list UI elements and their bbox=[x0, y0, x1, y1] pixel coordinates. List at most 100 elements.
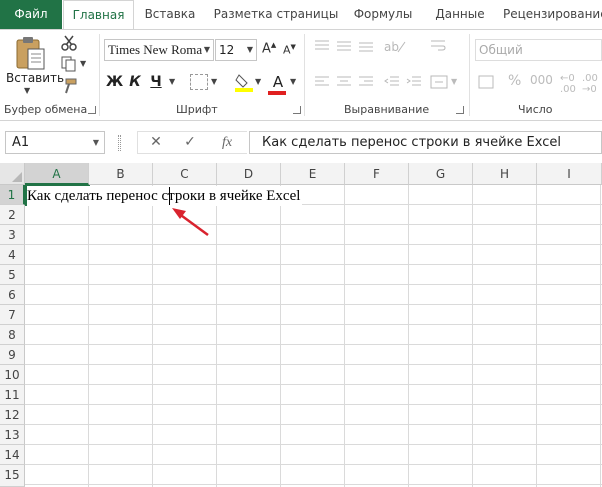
ribbon-tab-bar: Файл Главная Вставка Разметка страницы Ф… bbox=[0, 0, 602, 30]
increase-indent-icon[interactable] bbox=[406, 74, 422, 93]
row-header[interactable]: 12 bbox=[0, 405, 25, 425]
row-header[interactable]: 3 bbox=[0, 225, 25, 245]
chevron-down-icon[interactable]: ▼ bbox=[204, 40, 210, 60]
row-header[interactable]: 15 bbox=[0, 465, 25, 487]
orientation-icon[interactable]: ab bbox=[384, 38, 406, 57]
formula-bar-grip[interactable] bbox=[118, 135, 121, 151]
align-right-icon[interactable] bbox=[358, 74, 374, 93]
accounting-format-icon[interactable] bbox=[478, 73, 498, 94]
worksheet-grid[interactable]: A B C D E F G H I 1 2 3 4 5 6 7 8 9 10 1… bbox=[0, 163, 602, 487]
font-name-combo[interactable]: Times New Roma ▼ bbox=[104, 39, 214, 61]
paste-dropdown-icon[interactable]: ▼ bbox=[24, 86, 30, 95]
row-header[interactable]: 13 bbox=[0, 425, 25, 445]
decrease-decimal-icon[interactable]: .00 →0 bbox=[582, 73, 598, 95]
borders-icon[interactable] bbox=[190, 74, 208, 90]
cancel-icon[interactable]: ✕ bbox=[141, 132, 171, 153]
enter-icon[interactable]: ✓ bbox=[175, 132, 205, 153]
increase-font-size-icon[interactable]: A▲ bbox=[262, 41, 276, 56]
row-header[interactable]: 7 bbox=[0, 305, 25, 325]
row-header[interactable]: 6 bbox=[0, 285, 25, 305]
fill-color-icon[interactable] bbox=[235, 71, 253, 93]
ribbon-home: Вставить ▼ ▼ Буфер обмена Times New Roma… bbox=[0, 29, 602, 121]
tab-page-layout[interactable]: Разметка страницы bbox=[212, 0, 340, 29]
align-center-icon[interactable] bbox=[336, 74, 352, 93]
column-header-c[interactable]: C bbox=[153, 163, 217, 185]
column-header-h[interactable]: H bbox=[473, 163, 537, 185]
underline-dropdown-icon[interactable]: ▼ bbox=[169, 77, 175, 86]
font-color-glyph: А bbox=[272, 73, 284, 91]
column-header-g[interactable]: G bbox=[409, 163, 473, 185]
tab-home[interactable]: Главная bbox=[63, 0, 134, 30]
clipboard-dialog-launcher-icon[interactable] bbox=[88, 106, 96, 114]
wrap-text-icon[interactable] bbox=[430, 38, 446, 57]
column-header-a[interactable]: A bbox=[25, 163, 89, 185]
row-header[interactable]: 1 bbox=[0, 185, 25, 205]
number-format-combo[interactable]: Общий bbox=[475, 39, 602, 61]
paste-icon[interactable] bbox=[14, 35, 50, 73]
align-top-icon[interactable] bbox=[314, 38, 330, 57]
number-format-value: Общий bbox=[479, 43, 523, 57]
row-header[interactable]: 14 bbox=[0, 445, 25, 465]
column-header-b[interactable]: B bbox=[89, 163, 153, 185]
cell-area[interactable] bbox=[25, 185, 602, 487]
chevron-down-icon[interactable]: ▼ bbox=[247, 40, 253, 60]
tab-data[interactable]: Данные bbox=[428, 0, 492, 29]
borders-dropdown-icon[interactable]: ▼ bbox=[211, 77, 217, 86]
tab-file[interactable]: Файл bbox=[0, 0, 62, 29]
format-painter-icon[interactable] bbox=[60, 77, 78, 95]
bold-button[interactable]: Ж bbox=[106, 71, 123, 93]
group-separator bbox=[99, 34, 100, 116]
group-separator bbox=[469, 34, 470, 116]
tab-review[interactable]: Рецензирование bbox=[503, 0, 602, 29]
column-header-e[interactable]: E bbox=[281, 163, 345, 185]
font-color-dropdown-icon[interactable]: ▼ bbox=[290, 77, 296, 86]
insert-function-icon[interactable]: fx bbox=[212, 132, 242, 153]
font-dialog-launcher-icon[interactable] bbox=[293, 106, 301, 114]
align-bottom-icon[interactable] bbox=[358, 38, 374, 57]
increase-decimal-icon[interactable]: ←0.00 bbox=[560, 73, 576, 95]
column-header-f[interactable]: F bbox=[345, 163, 409, 185]
font-name-value: Times New Roma bbox=[108, 42, 203, 57]
row-header[interactable]: 8 bbox=[0, 325, 25, 345]
merge-dropdown-icon[interactable]: ▼ bbox=[451, 77, 457, 86]
column-header-i[interactable]: I bbox=[537, 163, 602, 185]
alignment-group-label: Выравнивание bbox=[344, 103, 430, 116]
column-header-d[interactable]: D bbox=[217, 163, 281, 185]
chevron-down-icon[interactable]: ▼ bbox=[93, 132, 99, 153]
cut-icon[interactable] bbox=[60, 34, 78, 52]
row-header[interactable]: 11 bbox=[0, 385, 25, 405]
paste-button-label[interactable]: Вставить bbox=[6, 71, 64, 85]
row-header[interactable]: 2 bbox=[0, 205, 25, 225]
formula-bar: A1 ▼ ✕ ✓ fx Как сделать перенос строки в… bbox=[0, 122, 602, 162]
percent-style-icon[interactable]: % bbox=[508, 73, 521, 89]
italic-button[interactable]: К bbox=[127, 71, 143, 93]
font-color-button[interactable]: А bbox=[268, 71, 288, 93]
group-separator bbox=[304, 34, 305, 116]
formula-buttons: ✕ ✓ fx bbox=[137, 131, 247, 154]
tab-formulas[interactable]: Формулы bbox=[348, 0, 418, 29]
font-size-combo[interactable]: 12 ▼ bbox=[215, 39, 257, 61]
select-all-button[interactable] bbox=[0, 163, 25, 185]
copy-dropdown-icon[interactable]: ▼ bbox=[80, 59, 86, 68]
decrease-font-size-icon[interactable]: A▼ bbox=[283, 43, 296, 57]
row-header[interactable]: 4 bbox=[0, 245, 25, 265]
copy-icon[interactable] bbox=[60, 55, 78, 73]
formula-input[interactable]: Как сделать перенос строки в ячейке Exce… bbox=[249, 131, 602, 154]
row-header[interactable]: 10 bbox=[0, 365, 25, 385]
decrease-indent-icon[interactable] bbox=[384, 74, 400, 93]
row-header[interactable]: 9 bbox=[0, 345, 25, 365]
align-left-icon[interactable] bbox=[314, 74, 330, 93]
font-color-swatch bbox=[268, 91, 286, 95]
alignment-dialog-launcher-icon[interactable] bbox=[456, 106, 464, 114]
number-group-label: Число bbox=[518, 103, 553, 116]
cell-a1-text: Как сделать перенос строки в ячейке Exce… bbox=[27, 186, 303, 206]
row-header[interactable]: 5 bbox=[0, 265, 25, 285]
name-box-value: A1 bbox=[12, 135, 30, 150]
underline-button[interactable]: Ч bbox=[148, 71, 164, 93]
align-middle-icon[interactable] bbox=[336, 38, 352, 57]
fill-color-dropdown-icon[interactable]: ▼ bbox=[255, 77, 261, 86]
merge-center-icon[interactable] bbox=[430, 74, 448, 93]
name-box[interactable]: A1 ▼ bbox=[5, 131, 105, 154]
tab-insert[interactable]: Вставка bbox=[140, 0, 200, 29]
comma-style-icon[interactable]: 000 bbox=[530, 73, 553, 87]
